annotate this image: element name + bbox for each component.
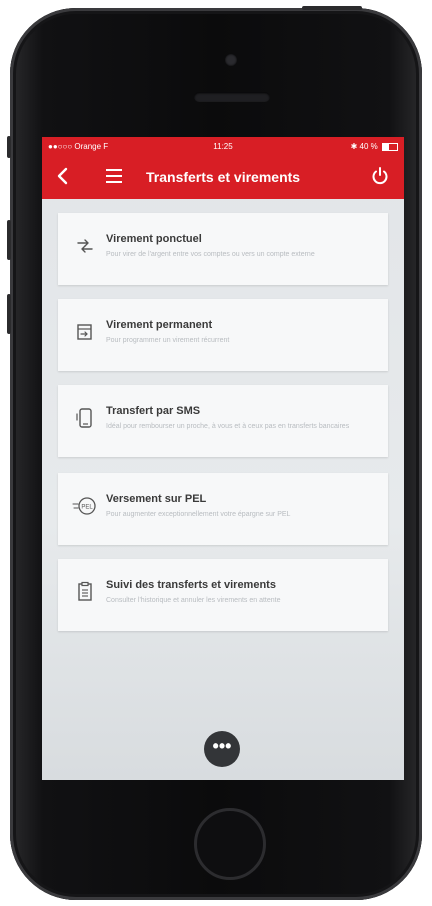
card-suivi-transferts[interactable]: Suivi des transferts et virements Consul… xyxy=(58,559,388,631)
bluetooth-icon: ✱ xyxy=(350,142,358,151)
card-virement-ponctuel[interactable]: Virement ponctuel Pour virer de l'argent… xyxy=(58,213,388,285)
card-description: Pour programmer un virement récurrent xyxy=(106,337,230,344)
card-title: Versement sur PEL xyxy=(106,493,207,505)
hamburger-line xyxy=(106,181,122,183)
card-virement-permanent[interactable]: Virement permanent Pour programmer un vi… xyxy=(58,299,388,371)
battery-label: ✱ 40 % xyxy=(351,142,398,151)
back-button[interactable] xyxy=(56,167,76,187)
volume-up-button xyxy=(7,220,11,260)
phone-sms-icon xyxy=(76,408,92,428)
card-description: Pour virer de l'argent entre vos comptes… xyxy=(106,251,315,258)
title-bar: Transferts et virements xyxy=(42,165,404,191)
calendar-transfer-icon xyxy=(77,324,92,340)
card-description: Pour augmenter exceptionnellement votre … xyxy=(106,511,291,518)
card-description: Idéal pour rembourser un proche, à vous … xyxy=(106,423,350,430)
more-icon: ••• xyxy=(212,736,232,756)
screen: ●●○○○ Orange F 11:25 ✱ 40 % Transferts e… xyxy=(42,137,404,780)
earpiece-speaker xyxy=(194,92,270,102)
app-bar: ●●○○○ Orange F 11:25 ✱ 40 % Transferts e… xyxy=(42,137,404,199)
hamburger-icon xyxy=(106,169,122,171)
battery-icon xyxy=(382,142,398,151)
card-title: Suivi des transferts et virements xyxy=(106,579,276,591)
card-versement-pel[interactable]: PEL Versement sur PEL Pour augmenter exc… xyxy=(58,473,388,545)
menu-button[interactable] xyxy=(106,169,122,183)
power-icon xyxy=(372,167,388,185)
status-bar: ●●○○○ Orange F 11:25 ✱ 40 % xyxy=(42,137,404,155)
home-button[interactable] xyxy=(194,808,266,880)
card-description: Consulter l'historique et annuler les vi… xyxy=(106,597,281,604)
card-title: Virement ponctuel xyxy=(106,233,202,245)
card-title: Virement permanent xyxy=(106,319,213,331)
card-title: Transfert par SMS xyxy=(106,405,201,417)
card-transfert-sms[interactable]: Transfert par SMS Idéal pour rembourser … xyxy=(58,385,388,457)
sleep-button xyxy=(302,6,362,10)
logout-button[interactable] xyxy=(370,166,390,186)
svg-text:PEL: PEL xyxy=(81,505,93,511)
battery-percent: 40 % xyxy=(359,142,378,151)
pel-coin-icon: PEL xyxy=(72,497,96,515)
exchange-icon xyxy=(77,239,93,253)
hamburger-line xyxy=(106,175,122,177)
mute-switch xyxy=(7,136,11,158)
more-button[interactable]: ••• xyxy=(204,731,240,767)
page-title: Transferts et virements xyxy=(146,169,301,185)
chevron-left-icon xyxy=(57,167,68,185)
front-camera xyxy=(225,54,237,66)
clipboard-list-icon xyxy=(78,581,92,601)
volume-down-button xyxy=(7,294,11,334)
